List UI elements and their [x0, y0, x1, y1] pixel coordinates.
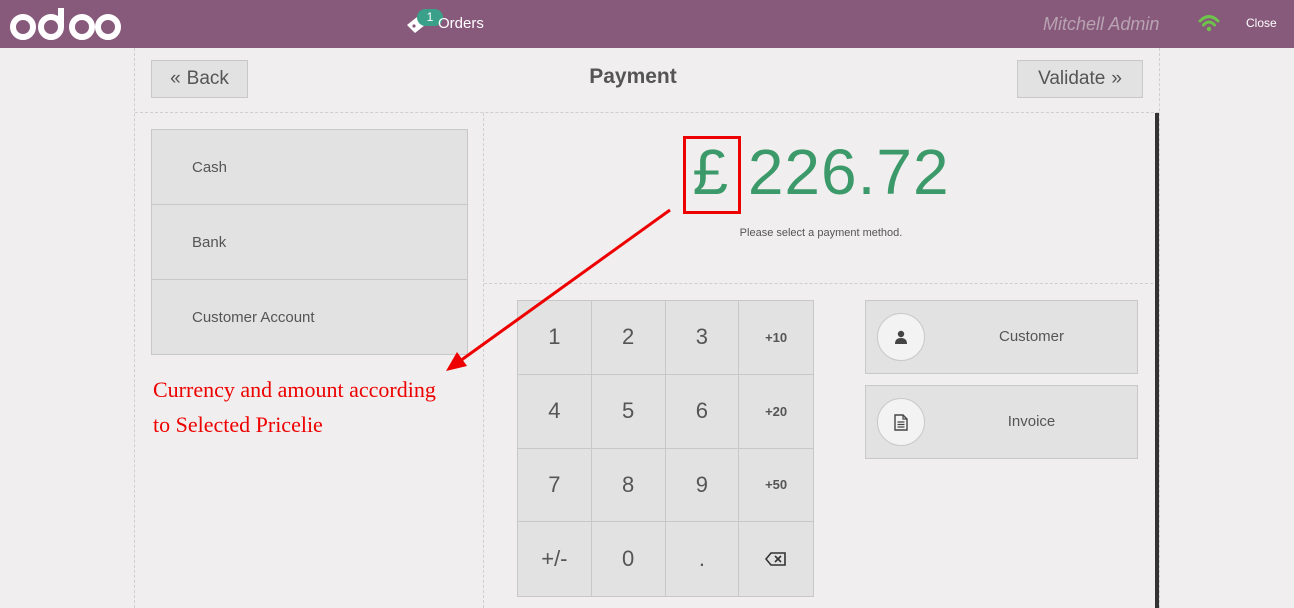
invoice-button[interactable]: Invoice — [865, 385, 1138, 459]
numpad-key-6[interactable]: 6 — [665, 374, 740, 449]
payment-header: « Back Payment Validate » — [135, 48, 1159, 113]
amount-display: £ 226.72 Please select a payment method. — [484, 113, 1158, 284]
numpad-key-4[interactable]: 4 — [518, 374, 592, 449]
numpad-key-decimal[interactable]: . — [666, 522, 740, 596]
customer-button[interactable]: Customer — [865, 300, 1138, 374]
currency-highlight-box — [683, 136, 741, 214]
orders-label: Orders — [438, 15, 484, 32]
annotation-text: Currency and amount according to Selecte… — [153, 372, 473, 442]
numpad-key-7[interactable]: 7 — [518, 448, 592, 523]
numpad: 1 2 3 +10 4 5 6 +20 7 8 9 +50 +/- 0 . — [517, 300, 814, 597]
user-icon — [895, 330, 907, 344]
scrollbar[interactable] — [1155, 113, 1159, 608]
top-bar: 1 Orders Mitchell Admin Close — [0, 0, 1294, 48]
payment-methods-panel: Cash Bank Customer Account — [135, 113, 484, 608]
backspace-icon — [765, 552, 786, 566]
numpad-key-2[interactable]: 2 — [591, 301, 666, 375]
payment-method-customer-account[interactable]: Customer Account — [152, 280, 467, 354]
payment-hint: Please select a payment method. — [739, 227, 903, 239]
user-name[interactable]: Mitchell Admin — [1043, 14, 1159, 35]
numpad-key-plus-minus[interactable]: +/- — [518, 522, 592, 596]
payment-method-cash[interactable]: Cash — [152, 130, 467, 205]
numpad-key-5[interactable]: 5 — [591, 374, 666, 449]
numpad-key-plus50[interactable]: +50 — [739, 449, 813, 523]
numpad-key-0[interactable]: 0 — [592, 522, 666, 596]
customer-label: Customer — [998, 328, 1065, 345]
validate-label: Validate — [1038, 68, 1106, 89]
invoice-label: Invoice — [1007, 413, 1056, 430]
numpad-key-plus10[interactable]: +10 — [739, 301, 813, 375]
annotation-line-1: Currency and amount according — [153, 377, 436, 402]
numpad-key-1[interactable]: 1 — [518, 301, 592, 375]
numpad-key-9[interactable]: 9 — [665, 448, 740, 523]
chevrons-right-icon: » — [1111, 68, 1122, 89]
invoice-icon-circle — [877, 398, 925, 446]
validate-button[interactable]: Validate » — [1017, 60, 1143, 98]
payment-method-bank[interactable]: Bank — [152, 205, 467, 280]
backspace-key[interactable] — [739, 522, 813, 596]
amount-value: 226.72 — [747, 136, 950, 208]
customer-icon-circle — [877, 313, 925, 361]
numpad-key-plus20[interactable]: +20 — [739, 375, 813, 449]
wifi-icon — [1198, 15, 1220, 32]
total-amount: £ 226.72 — [484, 135, 1158, 209]
odoo-logo — [10, 8, 121, 40]
payment-methods-list: Cash Bank Customer Account — [151, 129, 468, 355]
page-title: Payment — [589, 65, 677, 88]
close-button[interactable]: Close — [1246, 16, 1277, 30]
annotation-line-2: to Selected Pricelie — [153, 412, 323, 437]
numpad-key-8[interactable]: 8 — [591, 448, 666, 523]
numpad-key-3[interactable]: 3 — [665, 301, 740, 375]
document-icon — [894, 413, 908, 431]
